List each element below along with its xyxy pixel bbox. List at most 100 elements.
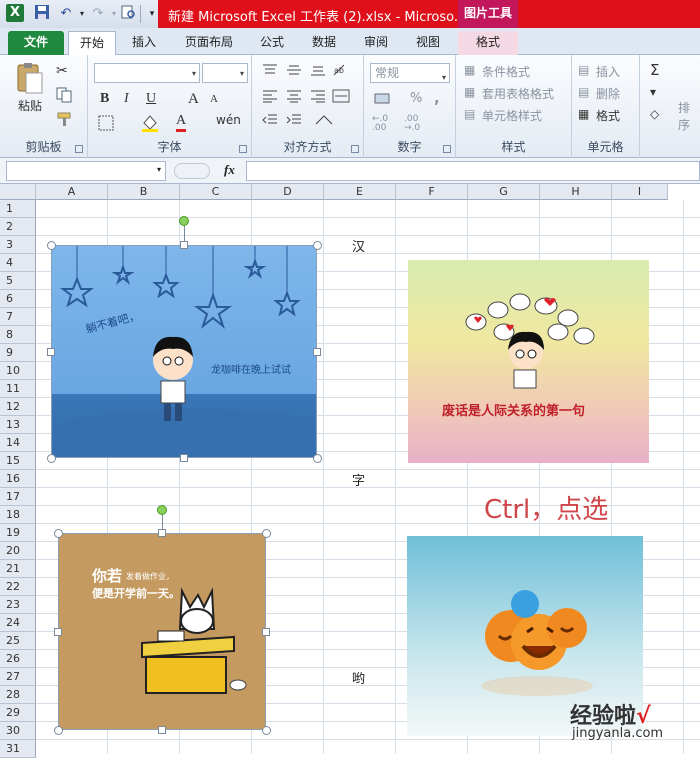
resize-handle-s[interactable] xyxy=(180,454,188,462)
insert-cells-button[interactable]: 插入 xyxy=(596,63,620,80)
font-name-select[interactable]: ▾ xyxy=(94,63,200,83)
fill-color-icon[interactable] xyxy=(140,113,160,136)
row-header-21[interactable]: 21 xyxy=(0,560,36,578)
row-header-26[interactable]: 26 xyxy=(0,650,36,668)
tab-home[interactable]: 开始 xyxy=(68,31,116,55)
decrease-indent-icon[interactable] xyxy=(262,113,278,130)
column-header-b[interactable]: B xyxy=(108,184,180,200)
row-header-13[interactable]: 13 xyxy=(0,416,36,434)
resize-handle-sw-3[interactable] xyxy=(54,726,63,735)
resize-handle-nw-3[interactable] xyxy=(54,529,63,538)
column-header-c[interactable]: C xyxy=(180,184,252,200)
select-all-corner[interactable] xyxy=(0,184,36,200)
decrease-decimal-icon[interactable]: .00 →.0 xyxy=(404,115,420,133)
sort-filter-button[interactable]: 排序 xyxy=(678,99,700,133)
row-header-10[interactable]: 10 xyxy=(0,362,36,380)
paste-button[interactable]: 粘贴 xyxy=(18,97,42,114)
save-icon[interactable] xyxy=(32,4,52,24)
resize-handle-ne[interactable] xyxy=(313,241,322,250)
cell-e16[interactable]: 字 xyxy=(352,470,365,489)
cell-styles-icon[interactable]: ▤ xyxy=(464,107,475,121)
column-header-e[interactable]: E xyxy=(324,184,396,200)
row-header-11[interactable]: 11 xyxy=(0,380,36,398)
align-bottom-icon[interactable] xyxy=(310,63,326,80)
merge-cells-icon[interactable] xyxy=(314,113,334,130)
format-cells-icon[interactable]: ▦ xyxy=(578,107,589,121)
row-header-16[interactable]: 16 xyxy=(0,470,36,488)
number-launcher-icon[interactable] xyxy=(443,145,451,153)
font-launcher-icon[interactable] xyxy=(239,145,247,153)
resize-handle-nw[interactable] xyxy=(47,241,56,250)
row-header-20[interactable]: 20 xyxy=(0,542,36,560)
row-header-12[interactable]: 12 xyxy=(0,398,36,416)
resize-handle-w-3[interactable] xyxy=(54,628,62,636)
delete-cells-button[interactable]: 删除 xyxy=(596,85,620,102)
row-header-15[interactable]: 15 xyxy=(0,452,36,470)
comma-button[interactable]: , xyxy=(434,89,440,107)
tab-formulas[interactable]: 公式 xyxy=(250,31,294,55)
paste-icon[interactable] xyxy=(14,61,46,95)
currency-icon[interactable] xyxy=(374,91,392,108)
format-cells-button[interactable]: 格式 xyxy=(596,107,620,124)
increase-decimal-icon[interactable]: ←.0.00 xyxy=(372,115,388,133)
row-header-1[interactable]: 1 xyxy=(0,200,36,218)
resize-handle-w[interactable] xyxy=(47,348,55,356)
font-color-button[interactable]: A xyxy=(176,113,187,132)
insert-cells-icon[interactable]: ▤ xyxy=(578,63,589,77)
resize-handle-sw[interactable] xyxy=(47,454,56,463)
resize-handle-s-3[interactable] xyxy=(158,726,166,734)
row-header-8[interactable]: 8 xyxy=(0,326,36,344)
align-center-icon[interactable] xyxy=(286,89,302,106)
row-header-5[interactable]: 5 xyxy=(0,272,36,290)
resize-handle-se[interactable] xyxy=(313,454,322,463)
rotate-handle-3[interactable] xyxy=(157,505,167,515)
fill-icon[interactable]: ▾ xyxy=(650,85,656,99)
column-header-i[interactable]: I xyxy=(612,184,668,200)
copy-icon[interactable] xyxy=(56,87,74,106)
row-header-25[interactable]: 25 xyxy=(0,632,36,650)
tab-data[interactable]: 数据 xyxy=(302,31,346,55)
clipboard-launcher-icon[interactable] xyxy=(75,145,83,153)
row-header-27[interactable]: 27 xyxy=(0,668,36,686)
column-header-h[interactable]: H xyxy=(540,184,612,200)
column-header-g[interactable]: G xyxy=(468,184,540,200)
resize-handle-n[interactable] xyxy=(180,241,188,249)
insert-function-button[interactable]: fx xyxy=(224,162,235,178)
tab-picture-format[interactable]: 格式 xyxy=(458,31,518,55)
cell-e3[interactable]: 汉 xyxy=(352,236,365,255)
align-right-icon[interactable] xyxy=(310,89,326,106)
row-header-3[interactable]: 3 xyxy=(0,236,36,254)
table-format-button[interactable]: 套用表格格式 xyxy=(482,85,554,102)
tab-view[interactable]: 视图 xyxy=(406,31,450,55)
underline-button[interactable]: U xyxy=(146,91,156,107)
percent-button[interactable]: % xyxy=(410,91,422,106)
row-header-2[interactable]: 2 xyxy=(0,218,36,236)
row-header-30[interactable]: 30 xyxy=(0,722,36,740)
resize-handle-ne-3[interactable] xyxy=(262,529,271,538)
row-header-9[interactable]: 9 xyxy=(0,344,36,362)
autosum-button[interactable]: Σ xyxy=(650,61,659,79)
clear-icon[interactable]: ◇ xyxy=(650,107,659,121)
format-painter-icon[interactable] xyxy=(56,111,74,130)
tab-insert[interactable]: 插入 xyxy=(122,31,166,55)
row-header-7[interactable]: 7 xyxy=(0,308,36,326)
font-size-select[interactable]: ▾ xyxy=(202,63,248,83)
resize-handle-se-3[interactable] xyxy=(262,726,271,735)
picture-cartoon-speech-bubbles[interactable]: 废话是人际关系的第一句 xyxy=(408,260,649,463)
row-header-23[interactable]: 23 xyxy=(0,596,36,614)
row-header-31[interactable]: 31 xyxy=(0,740,36,758)
name-box-dropdown-icon[interactable]: ▾ xyxy=(157,165,161,174)
align-top-icon[interactable] xyxy=(262,63,278,80)
phonetic-icon[interactable]: wén xyxy=(216,113,241,127)
row-header-17[interactable]: 17 xyxy=(0,488,36,506)
borders-icon[interactable] xyxy=(98,115,114,134)
conditional-format-icon[interactable]: ▦ xyxy=(464,63,475,77)
rotate-handle-1[interactable] xyxy=(179,216,189,226)
formula-input[interactable] xyxy=(246,161,700,181)
row-header-29[interactable]: 29 xyxy=(0,704,36,722)
shrink-font-button[interactable]: A xyxy=(210,93,218,105)
row-header-14[interactable]: 14 xyxy=(0,434,36,452)
resize-handle-n-3[interactable] xyxy=(158,529,166,537)
tab-page-layout[interactable]: 页面布局 xyxy=(178,31,240,55)
increase-indent-icon[interactable] xyxy=(286,113,302,130)
